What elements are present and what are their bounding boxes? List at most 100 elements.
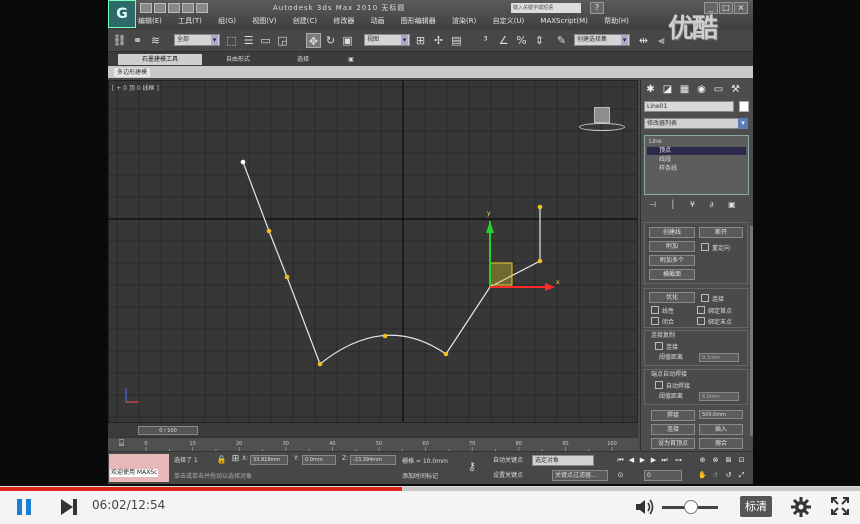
selected-dropdown[interactable]: 选定对象 <box>532 455 594 466</box>
unlink-icon[interactable]: ⚭ <box>130 33 145 48</box>
key-icon[interactable]: ⚷ <box>468 460 476 473</box>
open-file-icon[interactable] <box>154 3 166 13</box>
reference-coord-dropdown[interactable]: 视图 <box>364 34 410 46</box>
time-slider[interactable]: 0 / 100 <box>108 423 638 437</box>
zoom-extents-all-icon[interactable]: ⊡ <box>737 455 746 465</box>
window-crossing-icon[interactable]: ◲ <box>275 33 290 48</box>
linear-checkbox[interactable]: 线性 <box>651 306 674 316</box>
attach-mult-button[interactable]: 附加多个 <box>649 255 695 266</box>
app-logo-icon[interactable]: G <box>108 0 136 28</box>
create-tab-icon[interactable]: ✱ <box>644 83 657 96</box>
redo-icon[interactable] <box>196 3 208 13</box>
prev-frame-icon[interactable]: ◀ <box>627 455 636 465</box>
rect-selection-icon[interactable]: ▭ <box>258 33 273 48</box>
mirror-icon[interactable]: ⇹ <box>636 33 651 48</box>
top-viewport[interactable]: [ + 0 顶 0 线框 ] xy <box>108 80 638 423</box>
tab-toggle[interactable]: ▣ <box>343 54 359 65</box>
stack-tools[interactable]: ⊣ │ ¥ ∂ ▣ <box>649 200 749 212</box>
scale-icon[interactable]: ▣ <box>340 33 355 48</box>
align-icon[interactable]: ⫷ <box>654 33 669 48</box>
snaps-toggle-icon[interactable]: ³ <box>478 33 493 48</box>
time-slider-thumb[interactable]: 0 / 100 <box>138 426 198 435</box>
next-frame-icon[interactable]: ▶ <box>649 455 658 465</box>
pivot-center-icon[interactable]: ⊞ <box>413 33 428 48</box>
menu-group[interactable]: 组(G) <box>218 17 236 25</box>
next-button[interactable] <box>58 497 80 517</box>
auto-weld-checkbox[interactable]: 自动焊接 <box>655 381 690 391</box>
keyboard-shortcut-icon[interactable]: ▤ <box>449 33 464 48</box>
bind-spacewarp-icon[interactable]: ≋ <box>148 33 163 48</box>
z-coord-field[interactable]: -23.394mm <box>350 455 396 465</box>
help-icon[interactable]: ? <box>590 2 604 14</box>
chevron-down-icon[interactable]: ▾ <box>738 118 748 129</box>
selection-filter-dropdown[interactable]: 全部 <box>174 34 220 46</box>
go-to-start-icon[interactable]: ⏮ <box>616 455 625 465</box>
stack-item-spline[interactable]: 样条线 <box>659 165 677 173</box>
search-input[interactable]: 键入关键字或短语 <box>511 3 581 13</box>
progress-bar[interactable] <box>0 487 860 491</box>
pause-button[interactable] <box>14 497 34 517</box>
fullscreen-icon[interactable] <box>830 496 850 516</box>
select-manipulate-icon[interactable]: ✢ <box>431 33 446 48</box>
save-file-icon[interactable] <box>168 3 180 13</box>
closed-checkbox[interactable]: 闭合 <box>651 317 674 327</box>
menu-modifiers[interactable]: 修改器 <box>333 17 354 25</box>
menu-customize[interactable]: 自定义(U) <box>493 17 525 25</box>
track-bar[interactable]: ⌸ 0 10 20 30 40 50 60 70 80 90 100 <box>108 437 638 452</box>
rotate-icon[interactable]: ↻ <box>323 33 338 48</box>
connect-button[interactable]: 连接 <box>651 424 695 435</box>
stack-item-segment[interactable]: 线段 <box>659 156 671 164</box>
connect-copy-checkbox[interactable]: 连接 <box>655 342 678 352</box>
weld-button[interactable]: 焊接 <box>651 410 695 421</box>
play-icon[interactable]: ▶ <box>638 455 647 465</box>
threshold-field[interactable]: 0.1mm <box>699 353 739 362</box>
tab-freeform[interactable]: 自由形式 <box>208 54 268 65</box>
stack-item-line[interactable]: Line <box>649 138 662 146</box>
absolute-mode-icon[interactable]: ⊞ <box>228 452 243 467</box>
connect-checkbox[interactable]: 连接 <box>701 294 724 304</box>
tab-selection[interactable]: 选择 <box>283 54 323 65</box>
gear-icon[interactable] <box>790 496 812 518</box>
maxscript-listener[interactable]: 欢迎使用 MAXSc <box>109 454 169 482</box>
polygon-modeling-label[interactable]: 多边形建模 <box>114 68 151 77</box>
lock-selection-icon[interactable]: 🔒 <box>214 452 229 467</box>
hierarchy-tab-icon[interactable]: ▦ <box>678 83 691 96</box>
cross-section-button[interactable]: 横截面 <box>649 269 695 280</box>
insert-button[interactable]: 插入 <box>699 424 743 435</box>
set-key-button[interactable]: 设置关键点 <box>493 470 523 481</box>
modifier-list-dropdown[interactable]: 修改器列表 <box>644 118 747 129</box>
edit-named-sets-icon[interactable]: ✎ <box>554 33 569 48</box>
object-name-field[interactable]: Line01 <box>644 101 734 112</box>
menu-create[interactable]: 创建(C) <box>293 17 317 25</box>
object-color-swatch[interactable] <box>739 101 749 112</box>
time-config-icon[interactable]: ⊙ <box>616 470 625 480</box>
modify-tab-icon[interactable]: ◪ <box>661 83 674 96</box>
quality-button[interactable]: 标清 <box>740 496 772 517</box>
weld-threshold-field[interactable]: 6.0mm <box>699 392 739 401</box>
close-button[interactable]: × <box>734 2 748 14</box>
angle-snap-icon[interactable]: ∠ <box>496 33 511 48</box>
display-tab-icon[interactable]: ▭ <box>712 83 725 96</box>
bind-last-checkbox[interactable]: 绑定末点 <box>697 317 732 327</box>
menu-tools[interactable]: 工具(T) <box>178 17 202 25</box>
stack-item-vertex[interactable]: 顶点 <box>647 147 746 155</box>
volume-icon[interactable] <box>634 497 656 517</box>
menu-rendering[interactable]: 渲染(R) <box>452 17 476 25</box>
menu-graph-editors[interactable]: 图形编辑器 <box>401 17 436 25</box>
move-icon[interactable]: ✥ <box>306 33 321 48</box>
orbit-icon[interactable]: ↺ <box>724 470 733 480</box>
select-link-icon[interactable]: ⛓ <box>112 33 127 48</box>
menu-views[interactable]: 视图(V) <box>252 17 276 25</box>
select-by-name-icon[interactable]: ☰ <box>241 33 256 48</box>
pan-icon[interactable]: ☝ <box>711 470 720 480</box>
field-of-view-icon[interactable]: ✋ <box>698 470 707 480</box>
zoom-extents-icon[interactable]: ⊠ <box>724 455 733 465</box>
y-coord-field[interactable]: 0.0mm <box>302 455 336 465</box>
create-line-button[interactable]: 创建线 <box>649 227 695 238</box>
add-time-tag[interactable]: 添加时间标记 <box>402 471 438 480</box>
refine-button[interactable]: 优化 <box>649 292 695 303</box>
zoom-all-icon[interactable]: ⊗ <box>711 455 720 465</box>
mini-curve-editor-icon[interactable]: ⌸ <box>114 437 129 452</box>
x-coord-field[interactable]: 33.818mm <box>250 455 288 465</box>
menu-animation[interactable]: 动画 <box>371 17 385 25</box>
